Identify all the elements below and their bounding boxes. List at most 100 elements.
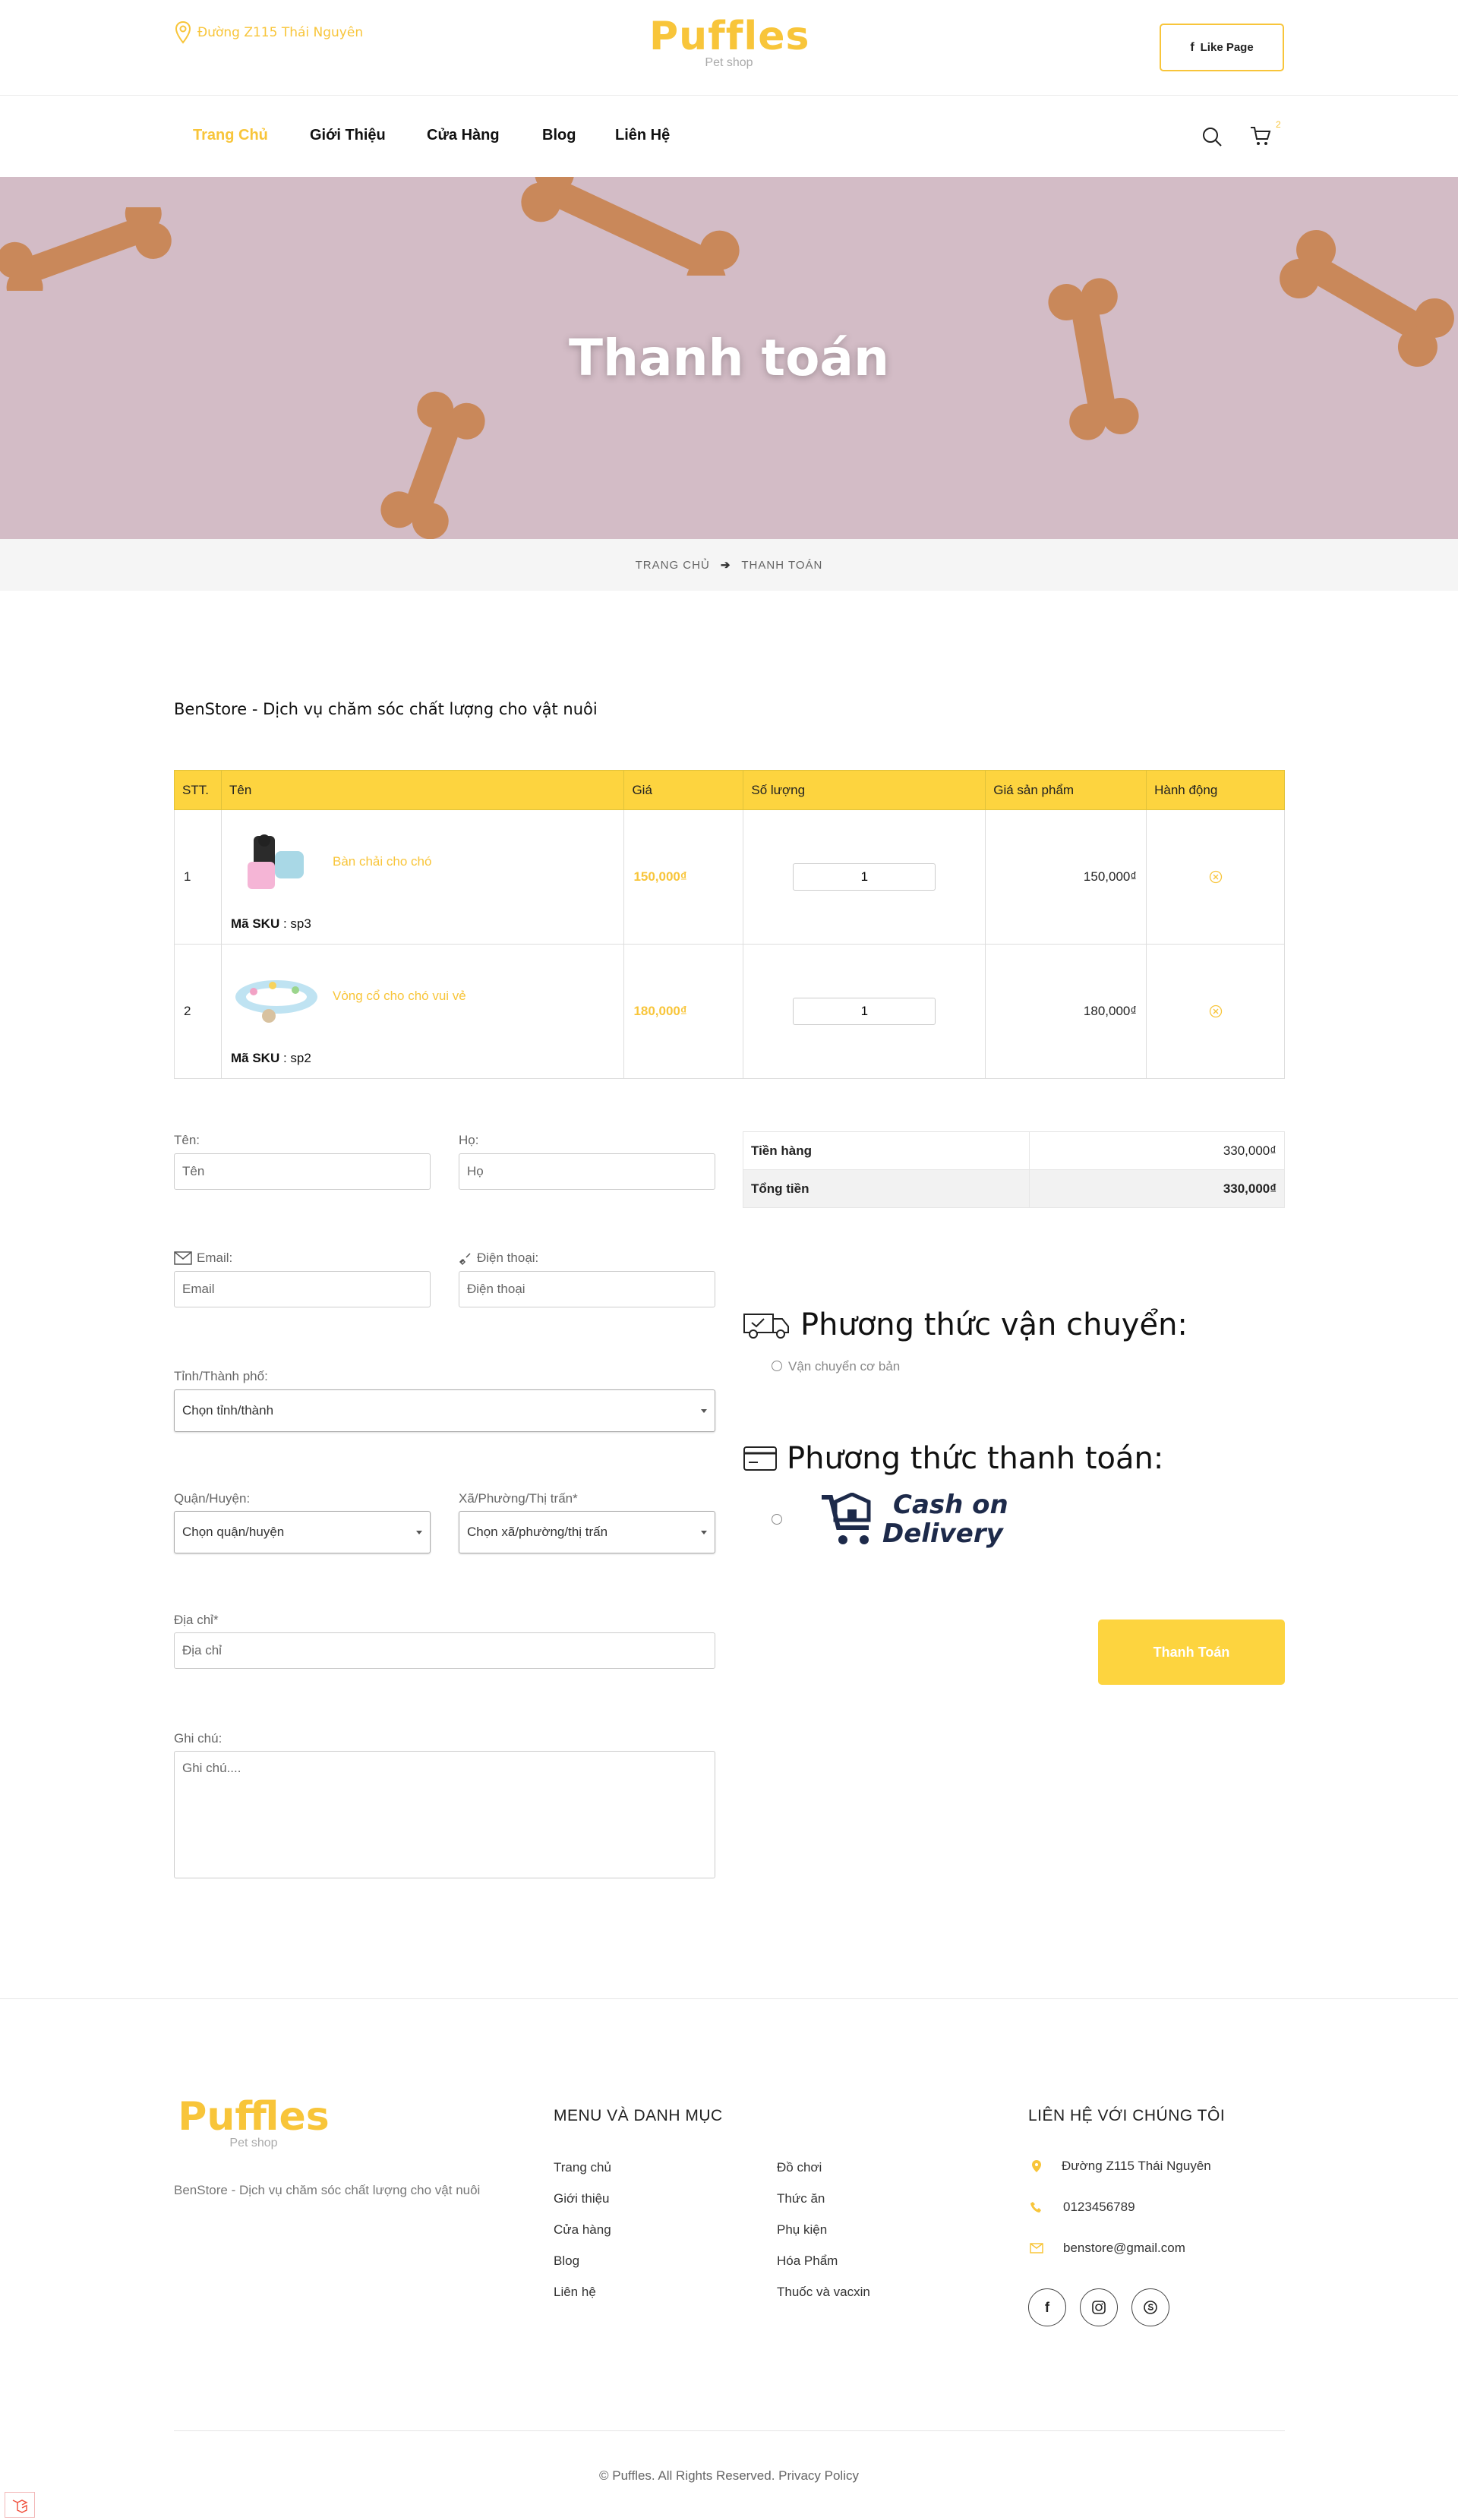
total-value: 330,000₫ bbox=[1029, 1169, 1285, 1208]
footer-contact-title: LIÊN HỆ VỚI CHÚNG TÔI bbox=[1028, 2107, 1226, 2124]
product-cell: Vòng cổ cho chó vui vẻ Mã SKU : sp2 bbox=[220, 944, 625, 1079]
address-label: Địa chỉ* bbox=[174, 1613, 219, 1627]
quantity-input[interactable] bbox=[793, 863, 936, 891]
phone-input[interactable]: Điện thoại bbox=[459, 1271, 715, 1307]
map-pin-icon bbox=[1032, 2160, 1041, 2172]
site-logo[interactable]: Puffles Pet shop bbox=[649, 17, 809, 70]
last-name-label: Họ: bbox=[459, 1133, 479, 1147]
nav-item-shop[interactable]: Cửa Hàng bbox=[427, 127, 500, 144]
footer-email-text: benstore@gmail.com bbox=[1063, 2241, 1185, 2255]
subtotal-value: 330,000₫ bbox=[1029, 1131, 1285, 1170]
skype-icon bbox=[1144, 2301, 1157, 2314]
nav-item-about[interactable]: Giới Thiệu bbox=[310, 127, 386, 144]
note-textarea[interactable]: Ghi chú.... bbox=[174, 1751, 715, 1878]
like-page-label: Like Page bbox=[1200, 41, 1254, 54]
breadcrumb-home[interactable]: TRANG CHỦ bbox=[636, 559, 710, 572]
subtotal-label-text: Tiền hàng bbox=[751, 1143, 812, 1158]
product-sku: Mã SKU : sp3 bbox=[230, 916, 311, 931]
quantity-cell bbox=[743, 809, 986, 945]
delivery-truck-icon bbox=[743, 1314, 789, 1339]
footer-link-cosmetics[interactable]: Hóa Phẩm bbox=[777, 2253, 838, 2269]
footer-link-home[interactable]: Trang chủ bbox=[554, 2160, 611, 2175]
footer-menu-title: MENU VÀ DANH MỤC bbox=[554, 2107, 723, 2124]
footer-link-about[interactable]: Giới thiệu bbox=[554, 2191, 610, 2206]
total-value-text: 330,000₫ bbox=[1223, 1181, 1277, 1196]
store-title: BenStore - Dịch vụ chăm sóc chất lượng c… bbox=[174, 700, 598, 718]
main-nav: Trang Chủ Giới Thiệu Cửa Hàng Blog Liên … bbox=[0, 96, 1458, 177]
remove-icon[interactable] bbox=[1209, 870, 1223, 884]
cart-table: STT. Tên Giá Số lượng Giá sản phẩm Hành … bbox=[174, 770, 1285, 1079]
search-icon[interactable] bbox=[1201, 126, 1223, 147]
bone-decoration bbox=[0, 207, 172, 291]
header-address: Đường Z115 Thái Nguyên bbox=[175, 21, 363, 44]
shipping-option-radio[interactable] bbox=[772, 1361, 782, 1371]
product-image-brush[interactable] bbox=[231, 828, 322, 897]
cart-icon[interactable] bbox=[1249, 125, 1272, 147]
cash-on-delivery-logo[interactable]: Cash on Delivery bbox=[820, 1490, 1008, 1550]
nav-item-home[interactable]: Trang Chủ bbox=[193, 127, 268, 144]
line-total: 180,000₫ bbox=[985, 944, 1147, 1079]
facebook-icon: f bbox=[1045, 2299, 1049, 2315]
column-header: Số lượng bbox=[743, 770, 986, 810]
remove-icon[interactable] bbox=[1209, 1005, 1223, 1018]
district-select[interactable]: Chọn quận/huyện bbox=[174, 1511, 431, 1553]
nav-item-contact[interactable]: Liên Hệ bbox=[615, 127, 670, 144]
district-label: Quận/Huyện: bbox=[174, 1491, 251, 1506]
footer-logo[interactable]: Puffles Pet shop bbox=[174, 2097, 333, 2150]
skype-social-button[interactable] bbox=[1131, 2288, 1169, 2326]
row-index: 2 bbox=[174, 944, 222, 1079]
footer-logo-brand: Puffles bbox=[178, 2094, 330, 2140]
product-image-collar[interactable] bbox=[231, 963, 322, 1031]
nav-item-blog[interactable]: Blog bbox=[542, 127, 576, 144]
like-page-button[interactable]: f Like Page bbox=[1160, 24, 1284, 71]
sku-label: Mã SKU bbox=[230, 1051, 280, 1065]
footer-link-toys[interactable]: Đồ chơi bbox=[777, 2160, 822, 2175]
instagram-social-button[interactable] bbox=[1080, 2288, 1118, 2326]
action-cell bbox=[1146, 944, 1285, 1079]
line-total: 150,000₫ bbox=[985, 809, 1147, 945]
column-header: STT. bbox=[174, 770, 222, 810]
phone-icon bbox=[1030, 2202, 1041, 2212]
footer-link-accessories[interactable]: Phụ kiện bbox=[777, 2222, 827, 2238]
instagram-icon bbox=[1092, 2301, 1106, 2314]
footer-divider bbox=[0, 1998, 1458, 1999]
quantity-cell bbox=[743, 944, 986, 1079]
facebook-social-button[interactable]: f bbox=[1028, 2288, 1066, 2326]
city-select[interactable]: Chọn tỉnh/thành bbox=[174, 1389, 715, 1432]
subtotal-label: Tiền hàng bbox=[742, 1131, 1030, 1170]
note-label: Ghi chú: bbox=[174, 1731, 222, 1746]
laravel-icon bbox=[12, 2499, 28, 2513]
address-input[interactable]: Địa chỉ bbox=[174, 1632, 715, 1669]
footer-link-shop[interactable]: Cửa hàng bbox=[554, 2222, 611, 2238]
column-header: Giá bbox=[623, 770, 744, 810]
order-summary-table: Tiền hàng 330,000₫ Tổng tiền 330,000₫ bbox=[742, 1131, 1285, 1208]
shipping-method-title: Phương thức vận chuyển: bbox=[743, 1307, 1188, 1342]
email-input[interactable]: Email bbox=[174, 1271, 431, 1307]
price-cell: 150,000₫ bbox=[623, 809, 744, 945]
last-name-input[interactable]: Họ bbox=[459, 1153, 715, 1190]
shipping-option-label[interactable]: Vận chuyển cơ bản bbox=[788, 1359, 900, 1374]
quantity-input[interactable] bbox=[793, 998, 936, 1025]
sku-value: sp3 bbox=[290, 916, 311, 931]
total-label-text: Tổng tiền bbox=[751, 1181, 809, 1196]
footer-link-medicine[interactable]: Thuốc và vacxin bbox=[777, 2285, 870, 2300]
total-label: Tổng tiền bbox=[742, 1169, 1030, 1208]
debug-badge[interactable] bbox=[5, 2492, 35, 2518]
email-label-text: Email: bbox=[197, 1251, 233, 1265]
ward-select[interactable]: Chọn xã/phường/thị trấn bbox=[459, 1511, 715, 1553]
footer-link-food[interactable]: Thức ăn bbox=[777, 2191, 825, 2206]
payment-method-title: Phương thức thanh toán: bbox=[743, 1441, 1163, 1476]
first-name-input[interactable]: Tên bbox=[174, 1153, 431, 1190]
action-cell bbox=[1146, 809, 1285, 945]
footer-link-contact[interactable]: Liên hệ bbox=[554, 2285, 596, 2300]
map-pin-icon bbox=[175, 21, 191, 44]
footer-address-text: Đường Z115 Thái Nguyên bbox=[1062, 2159, 1211, 2173]
payment-option-radio[interactable] bbox=[772, 1514, 782, 1525]
footer-bottom-divider bbox=[174, 2430, 1285, 2431]
city-select-value: Chọn tỉnh/thành bbox=[182, 1403, 274, 1418]
product-name-link[interactable]: Vòng cổ cho chó vui vẻ bbox=[333, 989, 466, 1004]
envelope-icon bbox=[1030, 2243, 1043, 2253]
footer-link-blog[interactable]: Blog bbox=[554, 2253, 579, 2269]
checkout-button[interactable]: Thanh Toán bbox=[1098, 1620, 1285, 1685]
product-name-link[interactable]: Bàn chải cho chó bbox=[333, 854, 431, 869]
